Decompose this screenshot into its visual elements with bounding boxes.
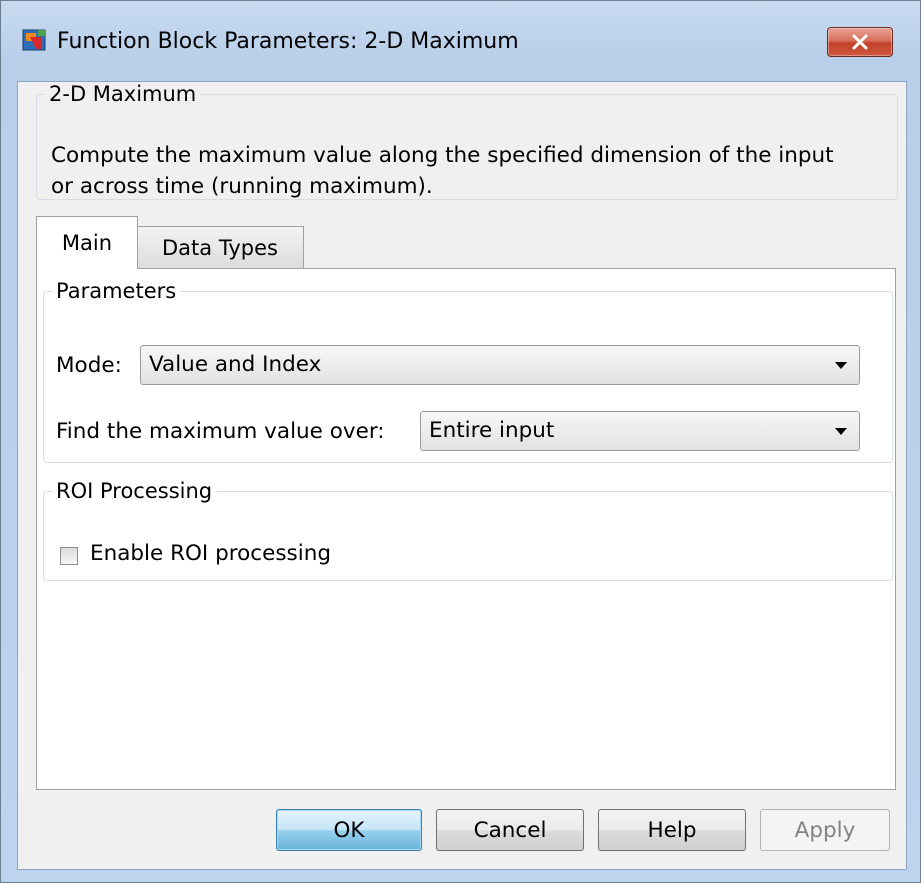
- mode-dropdown[interactable]: Value and Index: [140, 345, 860, 385]
- tab-data-types[interactable]: Data Types: [136, 226, 304, 269]
- enable-roi-label[interactable]: Enable ROI processing: [90, 541, 331, 566]
- description-group: 2-D Maximum Compute the maximum value al…: [36, 82, 898, 200]
- title-bar[interactable]: Function Block Parameters: 2-D Maximum: [1, 1, 920, 81]
- cancel-button[interactable]: Cancel: [436, 809, 584, 851]
- window-title: Function Block Parameters: 2-D Maximum: [57, 29, 519, 54]
- tab-main[interactable]: Main: [36, 216, 138, 269]
- help-button[interactable]: Help: [598, 809, 746, 851]
- tab-strip: Main Data Types: [36, 216, 896, 270]
- roi-processing-group: ROI Processing Enable ROI processing: [43, 479, 893, 581]
- block-description: Compute the maximum value along the spec…: [51, 140, 891, 202]
- chevron-down-icon: [835, 362, 847, 369]
- dialog-body: 2-D Maximum Compute the maximum value al…: [17, 81, 907, 870]
- parameters-title: Parameters: [56, 279, 177, 303]
- find-max-value: Entire input: [429, 418, 555, 443]
- mode-value: Value and Index: [149, 352, 322, 377]
- close-icon: [852, 34, 868, 50]
- dialog-window: Function Block Parameters: 2-D Maximum 2…: [0, 0, 921, 883]
- simulink-block-icon: [22, 29, 46, 51]
- main-tab-panel: Parameters Mode: Value and Index Find th…: [36, 268, 896, 790]
- find-max-label: Find the maximum value over:: [56, 419, 385, 444]
- parameters-group: Parameters Mode: Value and Index Find th…: [43, 279, 893, 463]
- roi-processing-title: ROI Processing: [56, 479, 213, 503]
- apply-button[interactable]: Apply: [760, 809, 890, 851]
- close-button[interactable]: [827, 27, 893, 57]
- find-max-dropdown[interactable]: Entire input: [420, 411, 860, 451]
- enable-roi-checkbox[interactable]: [60, 547, 78, 565]
- description-line-2: or across time (running maximum).: [51, 174, 433, 199]
- ok-button[interactable]: OK: [276, 809, 422, 851]
- description-title: 2-D Maximum: [49, 82, 197, 106]
- chevron-down-icon: [835, 428, 847, 435]
- mode-label: Mode:: [56, 353, 122, 378]
- description-line-1: Compute the maximum value along the spec…: [51, 143, 834, 168]
